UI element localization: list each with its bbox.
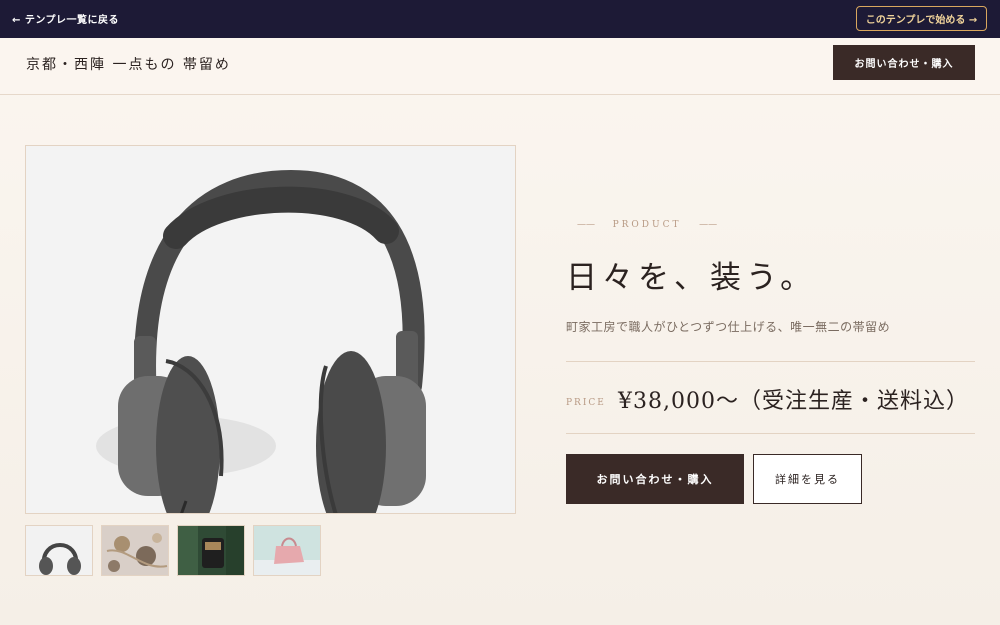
thumbnail-backpack[interactable]: [177, 525, 245, 576]
view-details-button[interactable]: 詳細を見る: [753, 454, 862, 504]
site-header: 京都・西陣 一点もの 帯留め お問い合わせ・購入: [0, 38, 1000, 95]
thumbnail-pink-bag[interactable]: [253, 525, 321, 576]
pink-bag-thumbnail-image: [254, 526, 320, 575]
back-to-templates-link[interactable]: ← テンプレ一覧に戻る: [12, 11, 119, 26]
product-eyebrow: —— PRODUCT ——: [577, 220, 718, 230]
brand-title[interactable]: 京都・西陣 一点もの 帯留め: [26, 54, 231, 74]
accessories-thumbnail-image: [102, 526, 168, 575]
start-with-template-button[interactable]: このテンプレで始める →: [856, 6, 987, 31]
headphones-photo: [26, 146, 515, 513]
product-subtext: 町家工房で職人がひとつずつ仕上げる、唯一無二の帯留め: [566, 320, 891, 334]
main-product-image: [25, 145, 516, 514]
headphones-thumbnail-image: [26, 526, 92, 575]
divider: [566, 433, 975, 434]
eyebrow-label: PRODUCT: [612, 220, 682, 230]
back-link-label: ← テンプレ一覧に戻る: [12, 15, 120, 26]
contact-purchase-button[interactable]: お問い合わせ・購入: [566, 454, 744, 504]
price-value: ¥38,000〜（受注生産・送料込）: [618, 389, 969, 414]
header-contact-button[interactable]: お問い合わせ・購入: [833, 45, 975, 80]
divider: [566, 361, 975, 362]
backpack-thumbnail-image: [178, 526, 244, 575]
top-bar: ← テンプレ一覧に戻る このテンプレで始める →: [0, 0, 1000, 38]
price-label: PRICE: [566, 398, 606, 408]
thumbnail-headphones[interactable]: [25, 525, 93, 576]
thumbnail-strip: [25, 525, 321, 576]
thumbnail-accessories[interactable]: [101, 525, 169, 576]
start-button-label: このテンプレで始める →: [865, 15, 978, 26]
product-headline: 日々を、装う。: [566, 260, 817, 296]
